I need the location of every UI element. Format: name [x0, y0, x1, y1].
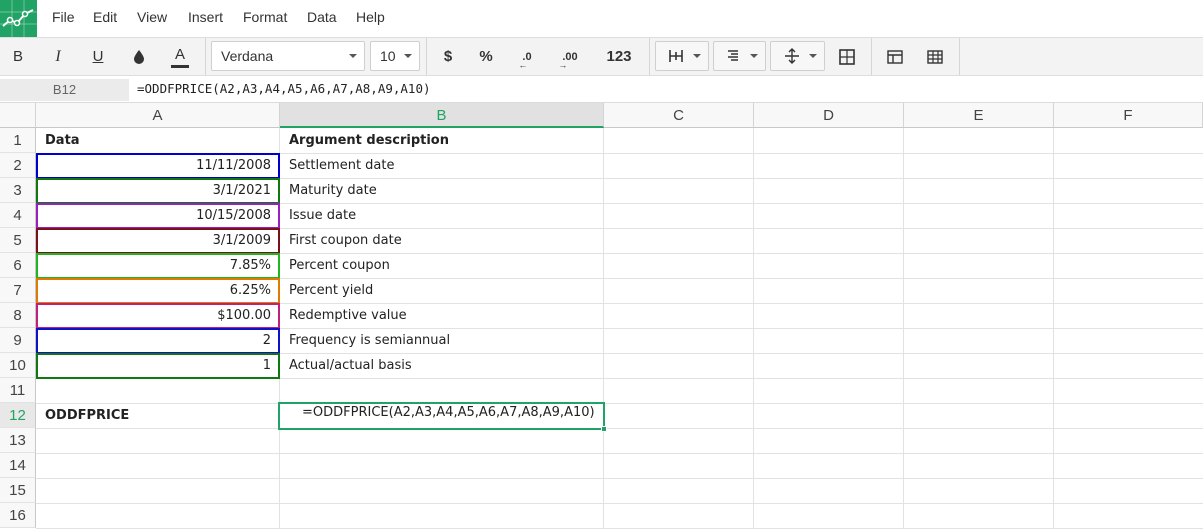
menu-help[interactable]: Help — [356, 9, 385, 25]
table-grid-icon — [927, 49, 943, 64]
cell-a10[interactable]: 1 — [36, 353, 280, 378]
freeze-panes-icon — [887, 49, 903, 64]
column-header-d[interactable]: D — [754, 103, 904, 128]
text-color-icon: A — [174, 46, 185, 63]
column-header-b[interactable]: B — [280, 103, 604, 128]
row-header-3[interactable]: 3 — [0, 178, 36, 203]
chevron-down-icon — [349, 54, 357, 58]
column-header-e[interactable]: E — [904, 103, 1054, 128]
cell-a3[interactable]: 3/1/2021 — [36, 178, 280, 203]
underline-button[interactable]: U — [80, 38, 116, 75]
horizontal-align-dropdown[interactable] — [713, 41, 766, 71]
vertical-align-icon — [785, 48, 799, 64]
borders-icon — [669, 50, 683, 62]
freeze-panes-button[interactable] — [876, 38, 914, 75]
spreadsheet-grid[interactable]: A B C D E F 1 2 3 4 5 6 7 8 9 10 11 12 1… — [0, 103, 1203, 529]
cell-a4[interactable]: 10/15/2008 — [36, 203, 280, 228]
table-grid-button[interactable] — [916, 38, 954, 75]
cell-a9[interactable]: 2 — [36, 328, 280, 353]
row-header-8[interactable]: 8 — [0, 303, 36, 328]
currency-format-button[interactable]: $ — [431, 38, 465, 75]
chevron-down-icon — [750, 54, 758, 58]
fill-handle[interactable] — [601, 426, 607, 432]
row-header-14[interactable]: 14 — [0, 453, 36, 478]
app-logo-icon — [0, 0, 37, 37]
select-all-corner[interactable] — [0, 103, 36, 128]
menu-format[interactable]: Format — [243, 9, 287, 25]
menu-data[interactable]: Data — [307, 9, 337, 25]
merge-cells-icon — [839, 48, 855, 65]
bold-button[interactable]: B — [0, 38, 36, 75]
formula-bar: B12 =ODDFPRICE(A2,A3,A4,A5,A6,A7,A8,A9,A… — [0, 77, 1203, 103]
menu-insert[interactable]: Insert — [188, 9, 223, 25]
font-size-select[interactable]: 10 — [370, 41, 420, 71]
cell-b4[interactable]: Issue date — [280, 203, 604, 228]
row-header-7[interactable]: 7 — [0, 278, 36, 303]
percent-format-button[interactable]: % — [469, 38, 503, 75]
cell-b10[interactable]: Actual/actual basis — [280, 353, 604, 378]
cell-a2[interactable]: 11/11/2008 — [36, 153, 280, 178]
cell-b2[interactable]: Settlement date — [280, 153, 604, 178]
text-color-button[interactable]: A — [162, 38, 198, 75]
column-header-f[interactable]: F — [1054, 103, 1203, 128]
number-format-button[interactable]: 123 — [597, 38, 641, 75]
italic-button[interactable]: I — [40, 38, 76, 75]
formula-input[interactable]: =ODDFPRICE(A2,A3,A4,A5,A6,A7,A8,A9,A10) — [137, 81, 431, 96]
row-header-13[interactable]: 13 — [0, 428, 36, 453]
chevron-down-icon — [809, 54, 817, 58]
row-header-9[interactable]: 9 — [0, 328, 36, 353]
menu-view[interactable]: View — [137, 9, 167, 25]
menu-file[interactable]: File — [52, 9, 75, 25]
menu-edit[interactable]: Edit — [93, 9, 117, 25]
decrease-decimals-button[interactable]: .0 ← — [509, 38, 545, 75]
row-header-15[interactable]: 15 — [0, 478, 36, 503]
cell-a1[interactable]: Data — [36, 128, 280, 153]
cell-b12-editor[interactable]: =ODDFPRICE(A2,A3,A4,A5,A6,A7,A8,A9,A10) — [293, 400, 613, 425]
fill-color-button[interactable] — [121, 38, 157, 75]
merge-cells-button[interactable] — [829, 38, 865, 75]
cell-b6[interactable]: Percent coupon — [280, 253, 604, 278]
vertical-align-dropdown[interactable] — [770, 41, 825, 71]
text-color-swatch — [171, 65, 189, 68]
chevron-down-icon — [693, 54, 701, 58]
menu-bar: File Edit View Insert Format Data Help — [0, 0, 1203, 37]
row-header-16[interactable]: 16 — [0, 503, 36, 528]
cell-a6[interactable]: 7.85% — [36, 253, 280, 278]
cell-a5[interactable]: 3/1/2009 — [36, 228, 280, 253]
row-header-6[interactable]: 6 — [0, 253, 36, 278]
column-header-a[interactable]: A — [36, 103, 280, 128]
row-header-1[interactable]: 1 — [0, 128, 36, 153]
font-size-value: 10 — [380, 48, 396, 64]
font-family-select[interactable]: Verdana — [211, 41, 365, 71]
increase-decimals-button[interactable]: .00 → — [551, 38, 589, 75]
decrease-decimals-icon: .0 ← — [518, 50, 532, 70]
cell-a12[interactable]: ODDFPRICE — [36, 403, 280, 428]
column-header-c[interactable]: C — [604, 103, 754, 128]
chevron-down-icon — [404, 54, 412, 58]
cell-b3[interactable]: Maturity date — [280, 178, 604, 203]
fill-color-icon — [134, 49, 144, 64]
cell-b1[interactable]: Argument description — [280, 128, 604, 153]
row-header-4[interactable]: 4 — [0, 203, 36, 228]
toolbar: B I U A Verdana 10 $ % .0 ← .00 → 123 — [0, 37, 1203, 76]
cell-b5[interactable]: First coupon date — [280, 228, 604, 253]
cell-a7[interactable]: 6.25% — [36, 278, 280, 303]
cell-b7[interactable]: Percent yield — [280, 278, 604, 303]
borders-dropdown[interactable] — [655, 41, 709, 71]
increase-decimals-icon: .00 → — [558, 50, 578, 70]
row-header-12[interactable]: 12 — [0, 403, 36, 428]
align-right-icon — [728, 50, 738, 61]
font-family-value: Verdana — [221, 48, 274, 64]
row-header-11[interactable]: 11 — [0, 378, 36, 403]
cell-b8[interactable]: Redemptive value — [280, 303, 604, 328]
name-box[interactable]: B12 — [0, 79, 129, 101]
row-header-5[interactable]: 5 — [0, 228, 36, 253]
cell-b9[interactable]: Frequency is semiannual — [280, 328, 604, 353]
cell-a8[interactable]: $100.00 — [36, 303, 280, 328]
row-header-10[interactable]: 10 — [0, 353, 36, 378]
row-header-2[interactable]: 2 — [0, 153, 36, 178]
